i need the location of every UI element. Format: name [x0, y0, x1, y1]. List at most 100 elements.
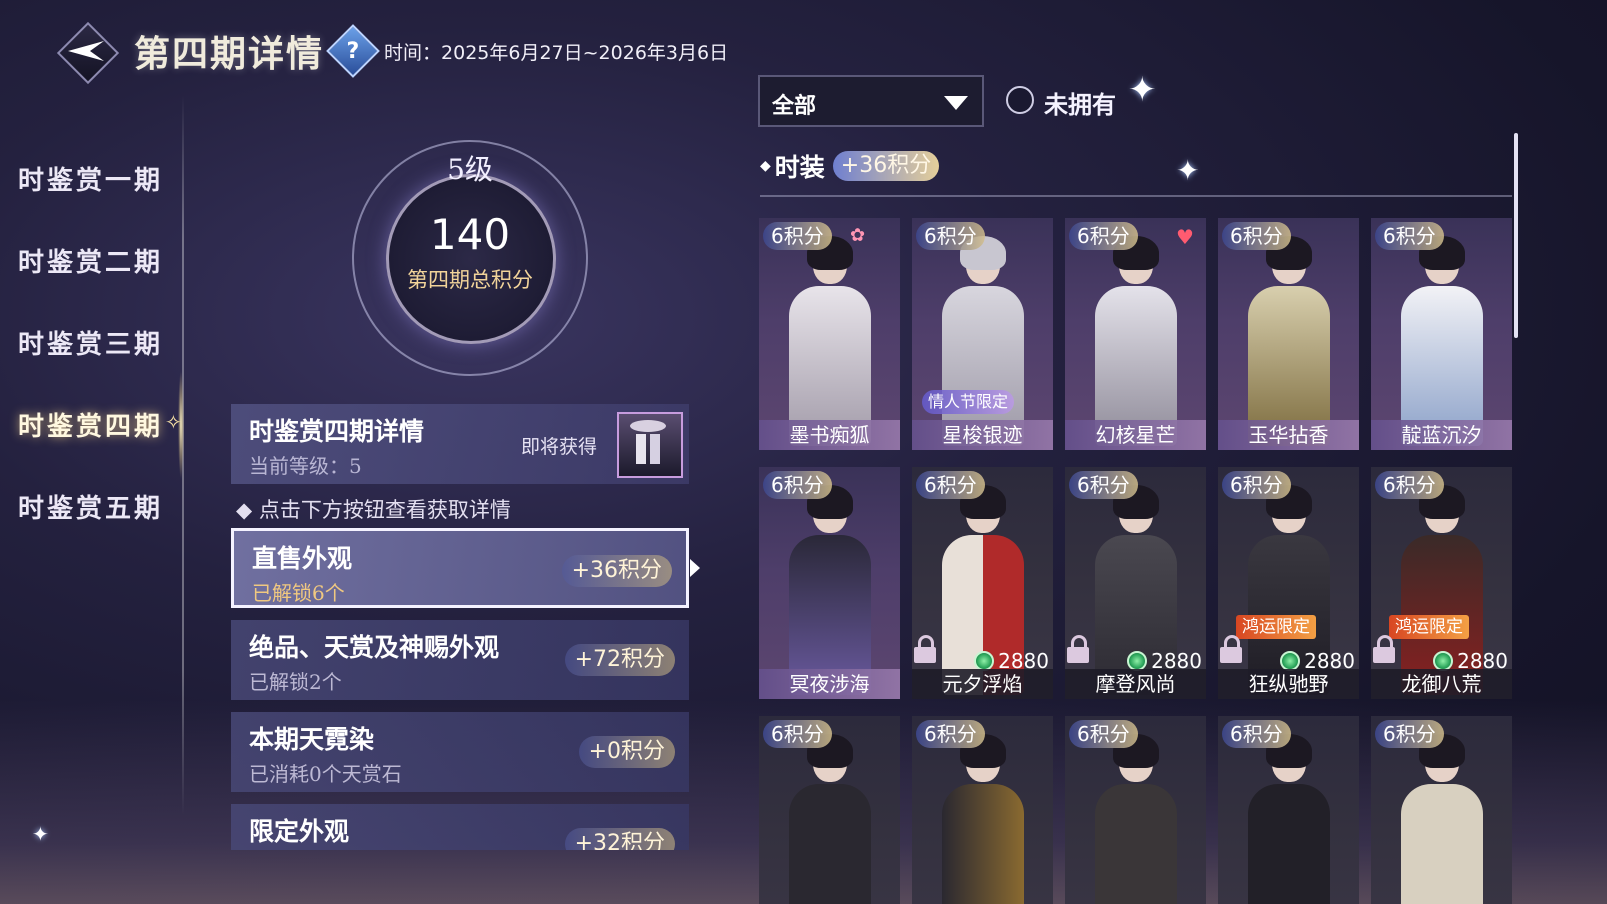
category-name: 绝品、天赏及神赐外观 — [249, 633, 500, 662]
points-badge: 6积分 — [763, 222, 832, 250]
points-badge: 6积分 — [1222, 471, 1291, 499]
sparkle-icon: ✦ — [32, 822, 49, 846]
outfit-card[interactable]: 6积分 — [759, 716, 900, 904]
outfit-card[interactable]: 6积分 — [1065, 716, 1206, 904]
category-points: +72积分 — [564, 644, 675, 676]
selected-arrow-icon — [690, 559, 700, 577]
hongyun-limited-tag: 鸿运限定 — [1236, 615, 1316, 639]
header: 第四期详情 ? 时间：2025年6月27日~2026年3月6日 — [56, 21, 729, 85]
hongyun-limited-tag: 鸿运限定 — [1389, 615, 1469, 639]
outfit-card[interactable]: 6积分 2880 摩登风尚 — [1065, 467, 1206, 699]
back-button[interactable] — [56, 21, 120, 85]
points-badge: 6积分 — [1222, 720, 1291, 748]
sidebar-item-period-3[interactable]: 时鉴赏三期 — [18, 324, 188, 361]
outfit-name: 摩登风尚 — [1065, 669, 1206, 699]
points-badge: 6积分 — [916, 720, 985, 748]
points-badge: 6积分 — [1375, 471, 1444, 499]
outfit-name: 幻核星芒 — [1065, 420, 1206, 450]
total-score-label: 第四期总积分 — [407, 268, 533, 292]
category-limited[interactable]: 限定外观 +32积分 — [231, 804, 689, 850]
category-dye[interactable]: 本期天霓染 已消耗0个天赏石 +0积分 — [231, 712, 689, 792]
lock-icon — [1220, 635, 1242, 665]
outfit-card[interactable]: 6积分 玉华拈香 — [1218, 218, 1359, 450]
valentine-limited-tag: 情人节限定 — [922, 390, 1015, 414]
active-marker-icon: ✧ — [165, 410, 182, 434]
outfit-name: 星梭银迹 — [912, 420, 1053, 450]
category-points: +0积分 — [578, 736, 675, 768]
outfit-name: 玉华拈香 — [1218, 420, 1359, 450]
points-badge: 6积分 — [1375, 720, 1444, 748]
character-figure — [1091, 732, 1181, 904]
character-figure — [1244, 732, 1334, 904]
category-unlocked: 已解锁6个 — [252, 581, 345, 605]
filter-dropdown[interactable]: 全部 — [758, 75, 984, 127]
total-score: 140 — [429, 210, 511, 259]
period-detail-card[interactable]: 时鉴赏四期详情 当前等级：5 即将获得 — [231, 404, 689, 484]
points-badge: 6积分 — [916, 471, 985, 499]
points-badge: 6积分 — [763, 471, 832, 499]
outfit-card[interactable]: 6积分 ✿ 墨书痴狐 — [759, 218, 900, 450]
character-figure — [938, 732, 1028, 904]
category-points: +32积分 — [564, 828, 675, 850]
outfit-card[interactable]: 6积分 — [1218, 716, 1359, 904]
character-figure — [785, 234, 875, 446]
section-title: 时装 — [774, 153, 825, 182]
points-badge: 6积分 — [1069, 222, 1138, 250]
category-consumed: 已消耗0个天赏石 — [249, 762, 402, 786]
character-figure — [785, 483, 875, 695]
outfit-card[interactable]: 6积分 ♥ 幻核星芒 — [1065, 218, 1206, 450]
points-badge: 6积分 — [1375, 222, 1444, 250]
gem-icon — [974, 651, 995, 671]
category-direct-sale[interactable]: 直售外观 已解锁6个 +36积分 — [231, 528, 700, 608]
section-heading: ◆ 时装 +36积分 — [760, 148, 940, 184]
outfit-name: 狂纵驰野 — [1218, 669, 1359, 699]
sidebar-item-period-5[interactable]: 时鉴赏五期 — [18, 488, 188, 525]
reward-figure-icon — [630, 420, 666, 464]
outfit-card[interactable]: 6积分 情人节限定 星梭银迹 — [912, 218, 1053, 450]
points-badge: 6积分 — [1069, 720, 1138, 748]
flower-icon: ✿ — [850, 225, 866, 246]
lock-icon — [914, 635, 936, 665]
outfit-name: 元夕浮焰 — [912, 669, 1053, 699]
detail-title: 时鉴赏四期详情 — [249, 417, 425, 446]
outfit-name: 靛蓝沉汐 — [1371, 420, 1512, 450]
outfit-card[interactable]: 6积分 冥夜涉海 — [759, 467, 900, 699]
category-name: 直售外观 — [252, 544, 353, 573]
help-icon[interactable]: ? — [326, 24, 380, 78]
character-figure — [785, 732, 875, 904]
gem-icon — [1280, 651, 1301, 671]
sparkle-icon: ✦ — [1128, 70, 1157, 110]
outfit-card[interactable]: 6积分 鸿运限定 2880 狂纵驰野 — [1218, 467, 1359, 699]
category-points: +36积分 — [561, 555, 672, 587]
outfit-name: 龙御八荒 — [1371, 669, 1512, 699]
reward-thumbnail[interactable] — [617, 412, 683, 478]
character-figure — [1244, 234, 1334, 446]
outfit-card[interactable]: 6积分 2880 元夕浮焰 — [912, 467, 1053, 699]
heart-icon: ♥ — [1176, 225, 1194, 249]
diamond-bullet-icon: ◆ — [760, 158, 771, 174]
outfit-card[interactable]: 6积分 — [1371, 716, 1512, 904]
dropdown-arrow-icon — [944, 96, 968, 110]
category-premium[interactable]: 绝品、天赏及神赐外观 已解锁2个 +72积分 — [231, 620, 689, 700]
outfit-card[interactable]: 6积分 靛蓝沉汐 — [1371, 218, 1512, 450]
sidebar-item-period-2[interactable]: 时鉴赏二期 — [18, 242, 188, 279]
outfit-card[interactable]: 6积分 — [912, 716, 1053, 904]
ring-inner — [386, 174, 556, 344]
period-time: 时间：2025年6月27日~2026年3月6日 — [384, 41, 729, 64]
category-name: 限定外观 — [249, 817, 350, 846]
gem-icon — [1127, 651, 1148, 671]
outfit-card[interactable]: 6积分 鸿运限定 2880 龙御八荒 — [1371, 467, 1512, 699]
sidebar-item-period-4[interactable]: 时鉴赏四期 — [18, 406, 188, 443]
category-unlocked: 已解锁2个 — [249, 670, 342, 694]
unowned-label: 未拥有 — [1044, 90, 1116, 119]
sidebar-item-period-1[interactable]: 时鉴赏一期 — [18, 160, 188, 197]
outfit-name: 冥夜涉海 — [759, 669, 900, 699]
back-arrow-icon — [68, 41, 104, 61]
page-title: 第四期详情 — [134, 33, 325, 75]
outfit-grid: 6积分 ✿ 墨书痴狐 6积分 情人节限定 星梭银迹 6积分 ♥ 幻核星芒 6积分… — [759, 218, 1515, 904]
points-badge: 6积分 — [916, 222, 985, 250]
points-badge: 6积分 — [1222, 222, 1291, 250]
unowned-radio[interactable] — [1006, 86, 1034, 114]
points-badge: 6积分 — [763, 720, 832, 748]
question-mark-icon: ? — [346, 38, 360, 64]
